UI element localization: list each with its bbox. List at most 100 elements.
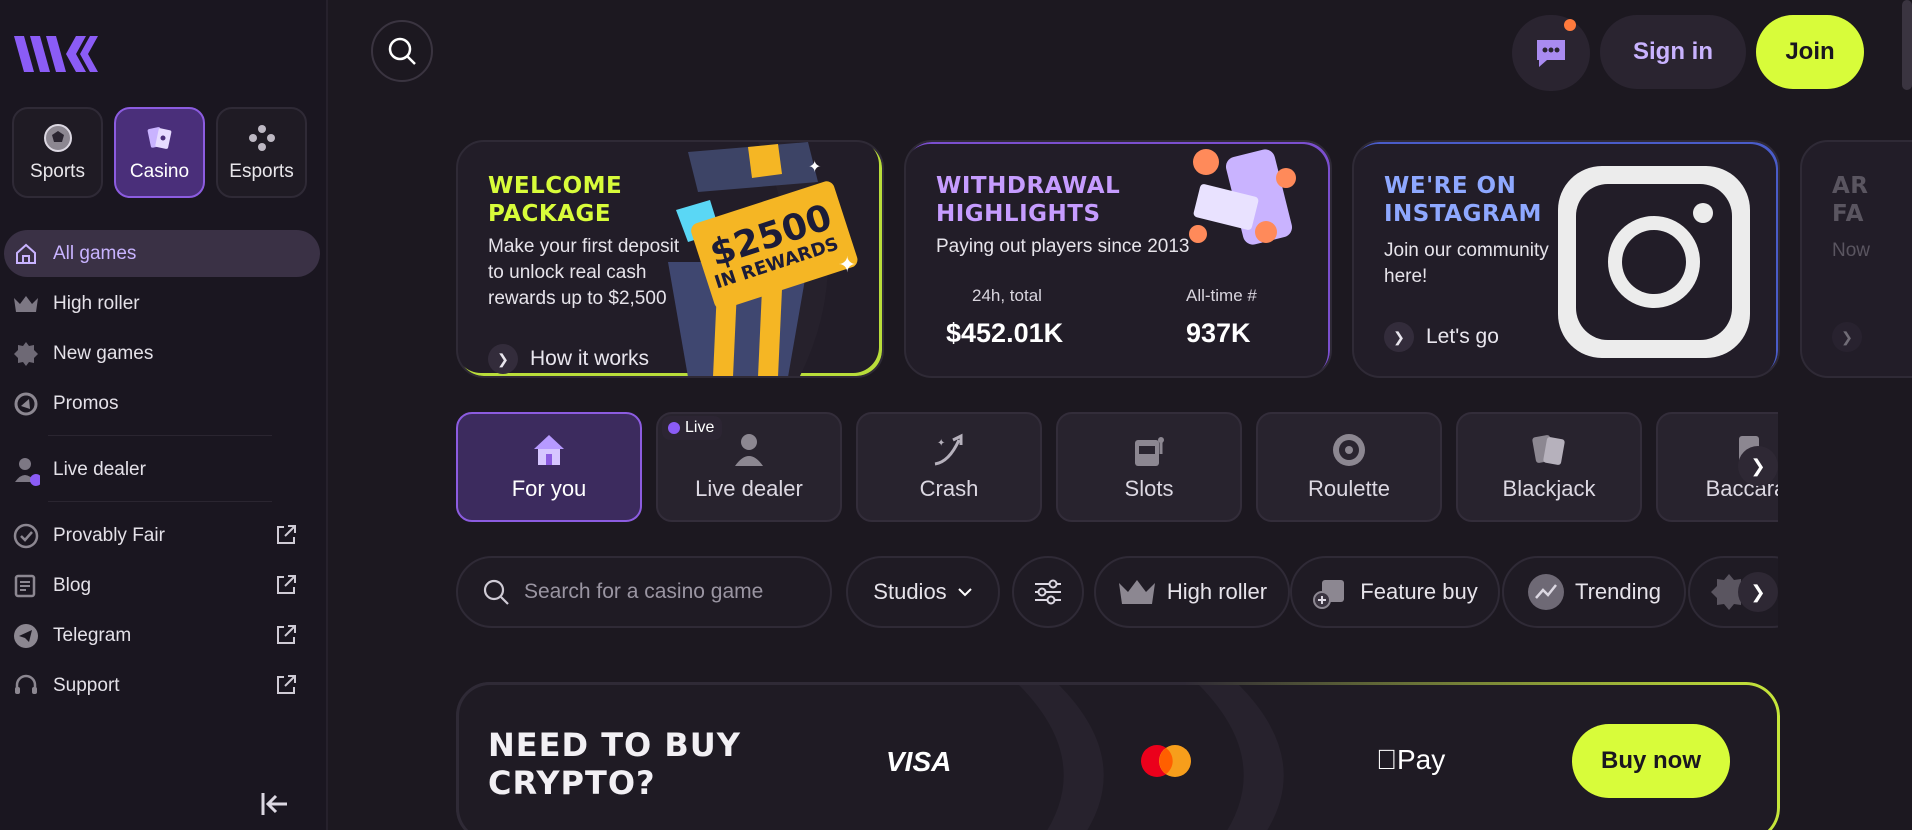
partial-card-link[interactable]: ❯ — [1832, 322, 1874, 352]
instagram-icon — [1558, 166, 1750, 358]
soccer-ball-icon — [43, 123, 72, 152]
studios-dropdown[interactable]: Studios — [846, 556, 1000, 628]
buy-crypto-title: NEED TO BUY CRYPTO? — [488, 726, 741, 802]
promo-description: Join our community here! — [1384, 240, 1549, 287]
sidebar-item-telegram[interactable]: Telegram — [4, 612, 320, 659]
buy-crypto-title-line1: NEED TO BUY — [488, 726, 741, 764]
stat-24h-label: 24h, total — [972, 286, 1042, 305]
chevron-right-icon: ❯ — [488, 344, 518, 374]
filter-trending[interactable]: Trending — [1502, 556, 1686, 628]
notification-dot — [1564, 19, 1576, 31]
pill-label: High roller — [1166, 579, 1268, 604]
blog-icon — [12, 572, 40, 600]
filters-next-button[interactable]: ❯ — [1738, 572, 1778, 612]
chat-button[interactable] — [1512, 15, 1590, 91]
visa-logo: VISA — [886, 746, 952, 777]
trending-icon — [1527, 574, 1564, 610]
gamepad-icon — [248, 124, 275, 151]
filter-settings-button[interactable] — [1012, 556, 1084, 628]
filter-high-roller[interactable]: High roller — [1094, 556, 1290, 628]
tab-esports-label: Esports — [229, 160, 294, 182]
headset-icon — [12, 672, 40, 700]
check-badge-icon — [12, 522, 40, 550]
filter-feature-buy[interactable]: Feature buy — [1290, 556, 1500, 628]
category-label: Live dealer — [695, 476, 803, 501]
divider — [48, 501, 272, 502]
filter-bar: Studios High roller Feature buy Trending… — [456, 556, 1778, 628]
sidebar-item-provably-fair[interactable]: Provably Fair — [4, 512, 320, 559]
external-link-icon — [274, 673, 298, 703]
scrollbar[interactable] — [1902, 0, 1912, 90]
sliders-icon — [1035, 579, 1061, 605]
tab-sports[interactable]: Sports — [12, 107, 103, 198]
crown-icon — [12, 290, 40, 318]
join-button[interactable]: Join — [1756, 15, 1864, 89]
svg-text:✦: ✦ — [808, 159, 821, 176]
sidebar-item-blog[interactable]: Blog — [4, 562, 320, 609]
sidebar-item-promos[interactable]: Promos — [4, 380, 320, 427]
feature-buy-icon — [1313, 580, 1345, 609]
buy-crypto-banner: NEED TO BUYCRYPTO? VISA Pay Buy now — [456, 682, 1780, 830]
promo-card-partial[interactable]: AR FA Now ❯ — [1800, 140, 1912, 378]
promo-card-welcome[interactable]: WELCOME PACKAGE Make your first deposit … — [456, 140, 884, 378]
brand-logo[interactable] — [14, 34, 98, 79]
how-it-works-link[interactable]: ❯ How it works — [488, 344, 649, 374]
stat-alltime-value: 937K — [1186, 318, 1251, 348]
promo-carousel: WELCOME PACKAGE Make your first deposit … — [456, 140, 1912, 380]
game-search-field[interactable] — [456, 556, 832, 628]
stat-24h-value: $452.01K — [946, 318, 1064, 348]
sidebar-item-new-games[interactable]: New games — [4, 330, 320, 377]
game-search-input[interactable] — [524, 580, 824, 604]
sidebar-item-label: Support — [53, 674, 120, 696]
casino-app: Sports Casino Esports All games High rol… — [0, 0, 1912, 830]
category-roulette[interactable]: Roulette — [1256, 412, 1442, 522]
sidebar-item-label: Blog — [53, 574, 92, 596]
new-badge-icon — [12, 340, 40, 368]
category-label: Blackjack — [1502, 476, 1596, 501]
live-badge: Live — [662, 416, 723, 440]
tab-casino[interactable]: Casino — [114, 107, 205, 198]
svg-text:✦: ✦ — [838, 252, 856, 277]
global-search-button[interactable] — [371, 20, 433, 82]
category-slots[interactable]: Slots — [1056, 412, 1242, 522]
link-label: Let's go — [1426, 325, 1499, 348]
promo-card-instagram[interactable]: WE'RE ON INSTAGRAM Join our community he… — [1352, 140, 1780, 378]
sidebar: Sports Casino Esports All games High rol… — [0, 0, 328, 830]
rocket-trend-icon: ✦ — [934, 433, 963, 466]
category-for-you[interactable]: For you — [456, 412, 642, 522]
chevron-right-icon: ❯ — [1384, 322, 1414, 352]
live-badge-label: Live — [685, 419, 715, 436]
category-carousel: For you Live Live dealer ✦ Crash Slots R… — [456, 412, 1778, 524]
promo-title: AR FA — [1832, 173, 1869, 227]
collapse-sidebar-icon[interactable] — [260, 790, 290, 823]
sidebar-item-live-dealer[interactable]: Live dealer — [4, 446, 320, 493]
megaphone-icon — [12, 390, 40, 418]
apple-pay-logo: Pay — [1376, 744, 1445, 776]
sidebar-item-high-roller[interactable]: High roller — [4, 280, 320, 327]
tab-esports[interactable]: Esports — [216, 107, 307, 198]
sign-in-button[interactable]: Sign in — [1600, 15, 1746, 89]
svg-text:✦: ✦ — [937, 438, 945, 449]
promo-card-withdrawal[interactable]: WITHDRAWAL HIGHLIGHTS Paying out players… — [904, 140, 1332, 378]
external-link-icon — [274, 523, 298, 553]
categories-next-button[interactable]: ❯ — [1738, 446, 1778, 486]
category-live-dealer[interactable]: Live Live dealer — [656, 412, 842, 522]
telegram-icon — [12, 622, 40, 650]
sidebar-item-all-games[interactable]: All games — [4, 230, 320, 277]
category-blackjack[interactable]: Blackjack — [1456, 412, 1642, 522]
divider — [48, 435, 272, 436]
category-crash[interactable]: ✦ Crash — [856, 412, 1042, 522]
category-label: Crash — [919, 476, 979, 501]
category-label: Roulette — [1308, 476, 1390, 501]
sidebar-item-support[interactable]: Support — [4, 662, 320, 709]
lets-go-link[interactable]: ❯ Let's go — [1384, 322, 1499, 352]
buy-crypto-title-line2: CRYPTO? — [488, 764, 656, 802]
category-label: Slots — [1124, 476, 1174, 501]
sidebar-item-label: Live dealer — [53, 458, 146, 480]
category-label: For you — [511, 476, 587, 501]
live-dot-icon — [668, 422, 680, 434]
promo-title: WITHDRAWAL HIGHLIGHTS — [936, 173, 1121, 227]
cards-icon — [147, 126, 171, 149]
buy-now-button[interactable]: Buy now — [1572, 724, 1730, 798]
blackjack-cards-icon — [1532, 435, 1565, 465]
